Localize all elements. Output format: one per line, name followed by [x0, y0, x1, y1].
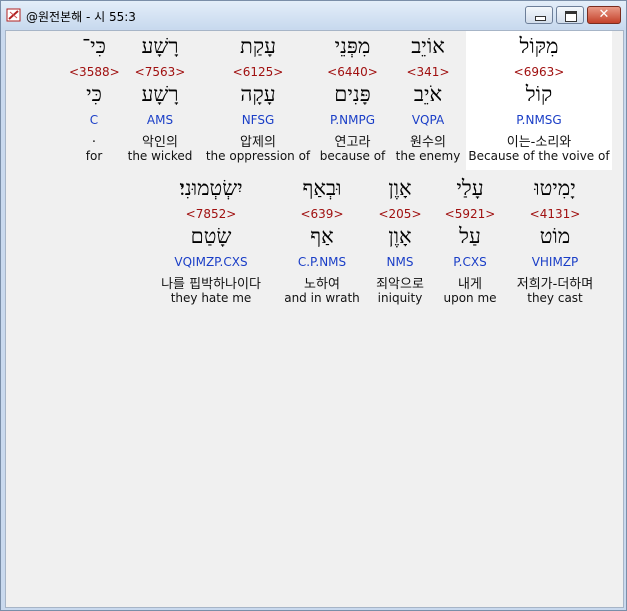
- close-icon: ✕: [598, 7, 610, 22]
- korean-gloss: 압제의: [240, 135, 276, 150]
- hebrew-word: יִשְׂטְמוּנִי׃: [179, 176, 243, 200]
- korean-gloss: 이는-소리와: [506, 135, 572, 150]
- strongs-number: <639>: [300, 207, 344, 221]
- hebrew-lemma: מוֹט: [539, 224, 571, 248]
- strongs-number: <6963>: [513, 65, 565, 79]
- morph-code: AMS: [146, 113, 174, 127]
- morph-code: P.CXS: [453, 255, 487, 269]
- window-title: @원전본해 - 시 55:3: [26, 10, 136, 24]
- morph-code: C.P.NMS: [297, 255, 347, 269]
- word-column[interactable]: מִפְּנֵי <6440> פָּנִים P.NMPG 연고라 becau…: [315, 31, 390, 170]
- english-gloss: the oppression of: [205, 149, 311, 163]
- strongs-number: <7563>: [134, 65, 186, 79]
- bible-app-icon: [6, 8, 21, 22]
- strongs-number: <341>: [406, 65, 450, 79]
- hebrew-word: מִקּוֹל: [519, 34, 559, 58]
- korean-gloss: 저희가-더하며: [516, 277, 594, 292]
- morph-code: P.NMSG: [516, 113, 562, 127]
- minimize-icon: [535, 16, 546, 21]
- strongs-number: <205>: [378, 207, 422, 221]
- hebrew-word: עָקַת: [240, 34, 276, 58]
- korean-gloss: 나를 핍박하나이다: [161, 277, 261, 292]
- english-gloss: they cast: [527, 291, 583, 305]
- hebrew-lemma: עַל: [459, 224, 481, 248]
- word-column[interactable]: עָקַת <6125> עָקָה NFSG 압제의 the oppressi…: [204, 31, 312, 170]
- word-column[interactable]: וּבְאַף <639> אַף C.P.NMS 노하여 and in wra…: [282, 173, 362, 313]
- word-column[interactable]: יָמִיטוּ <4131> מוֹט VHIMZP 저희가-더하며 they…: [502, 173, 608, 313]
- korean-gloss: .: [91, 131, 97, 146]
- hebrew-lemma: כִּי: [86, 82, 102, 106]
- hebrew-word: כִּי־: [82, 34, 106, 58]
- maximize-icon: [565, 11, 577, 22]
- english-gloss: for: [85, 149, 103, 163]
- english-gloss: because of: [319, 149, 386, 163]
- hebrew-word: רָשָׁע: [141, 34, 179, 58]
- maximize-button[interactable]: [556, 6, 584, 24]
- word-column[interactable]: כִּי־ <3588> כִּי C . for: [69, 31, 120, 170]
- word-column[interactable]: אוֹיֵב <341> אֹיֵב VQPA 원수의 the enemy: [390, 31, 466, 170]
- morph-code: VQIMZP.CXS: [174, 255, 248, 269]
- word-column[interactable]: יִשְׂטְמוּנִי׃ <7852> שָׂטַם VQIMZP.CXS …: [146, 173, 276, 313]
- english-gloss: iniquity: [377, 291, 423, 305]
- english-gloss: Because of the voive of: [468, 149, 610, 163]
- morph-code: NMS: [386, 255, 414, 269]
- title-bar[interactable]: @원전본해 - 시 55:3 ✕: [1, 1, 626, 29]
- hebrew-word: יָמִיטוּ: [534, 176, 576, 200]
- minimize-button[interactable]: [525, 6, 553, 24]
- word-column[interactable]: עָלַי <5921> עַל P.CXS 내게 upon me: [438, 173, 502, 313]
- korean-gloss: 악인의: [142, 135, 178, 150]
- word-column[interactable]: אָוֶן <205> אָוֶן NMS 죄악으로 iniquity: [367, 173, 433, 313]
- word-column[interactable]: מִקּוֹל <6963> קוֹל P.NMSG 이는-소리와 Becaus…: [466, 31, 612, 170]
- korean-gloss: 내게: [458, 277, 482, 292]
- english-gloss: the enemy: [395, 149, 461, 163]
- hebrew-lemma: אֹיֵב: [413, 82, 443, 106]
- strongs-number: <3588>: [69, 65, 120, 79]
- morph-code: NFSG: [241, 113, 275, 127]
- app-window: @원전본해 - 시 55:3 ✕ מִקּוֹל <6963> קוֹל P.N…: [0, 0, 627, 611]
- morph-code: VHIMZP: [531, 255, 579, 269]
- korean-gloss: 죄악으로: [376, 277, 424, 292]
- hebrew-lemma: פָּנִים: [334, 82, 371, 106]
- hebrew-lemma: רָשָׁע: [141, 82, 179, 106]
- close-button[interactable]: ✕: [587, 6, 621, 24]
- morph-code: VQPA: [411, 113, 445, 127]
- word-column[interactable]: רָשָׁע <7563> רָשָׁע AMS 악인의 the wicked: [127, 31, 193, 170]
- morph-code: P.NMPG: [329, 113, 376, 127]
- strongs-number: <7852>: [185, 207, 237, 221]
- english-gloss: upon me: [443, 291, 497, 305]
- strongs-number: <5921>: [444, 207, 496, 221]
- korean-gloss: 노하여: [304, 277, 340, 292]
- english-gloss: and in wrath: [284, 291, 360, 305]
- korean-gloss: 연고라: [334, 135, 371, 150]
- english-gloss: they hate me: [170, 291, 252, 305]
- english-gloss: the wicked: [127, 149, 193, 163]
- hebrew-word: אוֹיֵב: [411, 34, 445, 58]
- strongs-number: <6125>: [232, 65, 284, 79]
- strongs-number: <6440>: [327, 65, 378, 79]
- hebrew-word: מִפְּנֵי: [334, 34, 371, 58]
- hebrew-lemma: אַף: [310, 224, 334, 248]
- hebrew-lemma: שָׂטַם: [190, 224, 232, 248]
- morph-code: C: [89, 113, 99, 127]
- hebrew-lemma: עָקָה: [240, 82, 276, 106]
- hebrew-lemma: קוֹל: [525, 82, 553, 106]
- interlinear-panel[interactable]: מִקּוֹל <6963> קוֹל P.NMSG 이는-소리와 Becaus…: [5, 30, 624, 608]
- hebrew-lemma: אָוֶן: [388, 224, 412, 248]
- korean-gloss: 원수의: [410, 135, 446, 150]
- hebrew-word: אָוֶן: [388, 176, 412, 200]
- strongs-number: <4131>: [529, 207, 581, 221]
- hebrew-word: עָלַי: [456, 176, 484, 200]
- hebrew-word: וּבְאַף: [302, 176, 342, 200]
